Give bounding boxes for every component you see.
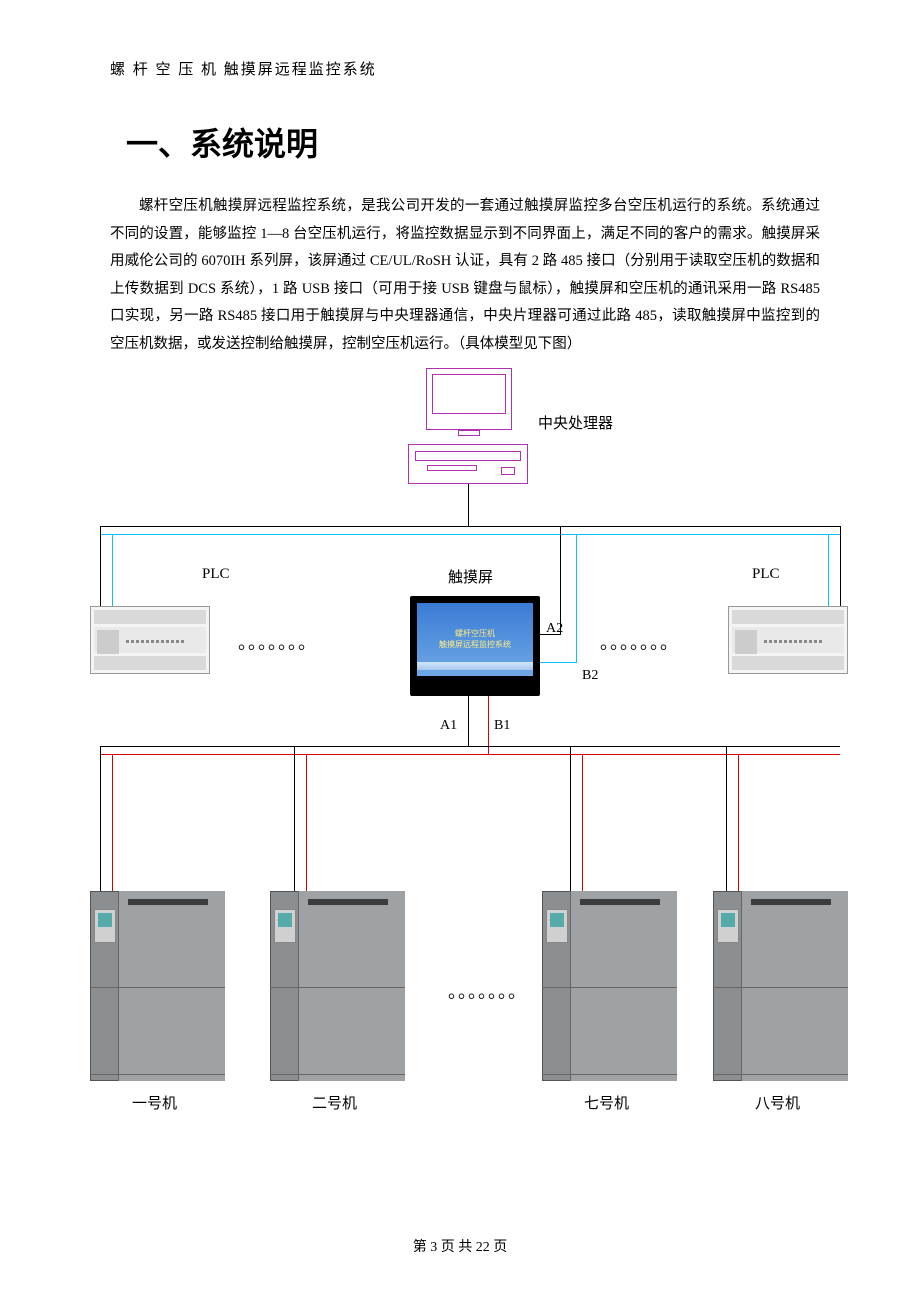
wire-cpu-drop bbox=[468, 484, 469, 526]
wire-u3-blk bbox=[570, 746, 571, 891]
compressor-unit-1-icon bbox=[90, 891, 225, 1081]
central-processor-icon bbox=[408, 366, 528, 486]
wire-u4-blk bbox=[726, 746, 727, 891]
touchscreen-line2: 触摸屏远程监控系统 bbox=[439, 640, 511, 650]
wire-touch-blk bbox=[560, 526, 561, 634]
wire-touch-cyan-h bbox=[540, 662, 577, 663]
unit-2-label: 二号机 bbox=[312, 1092, 357, 1113]
unit-7-label: 七号机 bbox=[584, 1092, 629, 1113]
compressor-unit-8-icon bbox=[713, 891, 848, 1081]
touchscreen-label: 触摸屏 bbox=[448, 566, 493, 587]
bus-top-cyan bbox=[100, 534, 840, 535]
wire-u1-red bbox=[112, 754, 113, 891]
wire-u2-blk bbox=[294, 746, 295, 891]
plc-right-label: PLC bbox=[752, 566, 780, 583]
section-heading: 一、系统说明 bbox=[126, 119, 820, 165]
system-diagram: 中央处理器 PLC PLC 触摸屏 。。。。。。。 。。 bbox=[90, 366, 850, 1096]
wire-u2-red bbox=[306, 754, 307, 891]
wire-a1 bbox=[468, 696, 469, 746]
ellipsis-plc-right: 。。。。。。。 bbox=[600, 629, 679, 655]
port-a1-label: A1 bbox=[440, 718, 457, 734]
unit-8-label: 八号机 bbox=[755, 1092, 800, 1113]
wire-u4-red bbox=[738, 754, 739, 891]
plc-left-icon bbox=[90, 606, 210, 674]
plc-left-label: PLC bbox=[202, 566, 230, 583]
bus-bottom-red bbox=[100, 754, 840, 755]
cpu-label: 中央处理器 bbox=[538, 412, 613, 433]
page-footer: 第 3 页 共 22 页 bbox=[0, 1236, 920, 1256]
unit-1-label: 一号机 bbox=[132, 1092, 177, 1113]
touchscreen-line1: 螺杆空压机 bbox=[455, 629, 495, 639]
body-paragraph: 螺杆空压机触摸屏远程监控系统，是我公司开发的一套通过触摸屏监控多台空压机运行的系… bbox=[110, 193, 820, 358]
bus-top-black bbox=[100, 526, 840, 527]
ellipsis-units: 。。。。。。。 bbox=[448, 978, 527, 1004]
port-b2-label: B2 bbox=[582, 668, 598, 684]
wire-touch-cyan bbox=[576, 534, 577, 662]
wire-u3-red bbox=[582, 754, 583, 891]
bus-bottom-black bbox=[100, 746, 840, 747]
compressor-unit-7-icon bbox=[542, 891, 677, 1081]
compressor-unit-2-icon bbox=[270, 891, 405, 1081]
touchscreen-icon: 螺杆空压机 触摸屏远程监控系统 bbox=[410, 596, 540, 696]
port-a2-label: A2 bbox=[546, 621, 563, 637]
ellipsis-plc-left: 。。。。。。。 bbox=[238, 629, 317, 655]
plc-right-icon bbox=[728, 606, 848, 674]
page-header: 螺 杆 空 压 机 触摸屏远程监控系统 bbox=[110, 58, 820, 79]
wire-u1-blk bbox=[100, 746, 101, 891]
port-b1-label: B1 bbox=[494, 718, 510, 734]
